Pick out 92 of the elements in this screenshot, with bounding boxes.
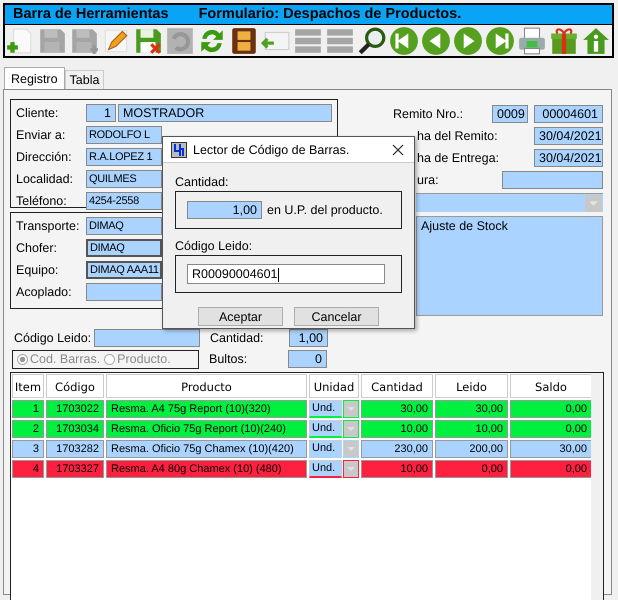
tab[interactable]: Tabla <box>64 70 104 89</box>
toolbar-title: Barra de Herramientas <box>13 5 169 24</box>
field-label: Código Leido: <box>175 238 254 255</box>
input-field[interactable]: RODOLFO L <box>86 126 162 144</box>
unit-field[interactable]: Und. <box>309 420 342 438</box>
table-cell: Resma. A4 75g Report (10)(320) <box>106 400 307 418</box>
app-icon <box>171 142 187 158</box>
unit-field[interactable]: Und. <box>309 440 342 458</box>
input-field[interactable]: DIMAQ <box>86 239 162 257</box>
dropdown[interactable] <box>416 193 603 212</box>
column-header[interactable]: Saldo <box>510 374 592 398</box>
scrollbar[interactable] <box>591 373 603 600</box>
dialog-button[interactable]: Aceptar <box>198 307 283 326</box>
unit-field[interactable]: Und. <box>309 400 342 418</box>
field-label: Localidad: <box>16 172 74 186</box>
field-label: ha del Remito: <box>417 129 498 143</box>
unit-field[interactable]: Und. <box>309 460 342 478</box>
input-field[interactable]: R.A.LOPEZ 1 <box>86 148 162 166</box>
field-label: Cantidad: <box>210 331 265 345</box>
input-field[interactable]: MOSTRADOR <box>118 104 332 122</box>
column-header[interactable]: Producto <box>106 374 307 398</box>
dialog-button[interactable]: Cancelar <box>294 307 379 326</box>
input-field[interactable]: R00090004601 <box>187 264 385 284</box>
table-cell: 1703327 <box>46 460 104 478</box>
table-cell: 30,00 <box>361 400 433 418</box>
column-header[interactable]: Unidad <box>309 374 359 398</box>
column-header[interactable]: Cantidad <box>361 374 433 398</box>
column-header[interactable]: Código <box>46 374 104 398</box>
field-label: Remito Nro.: <box>393 107 464 121</box>
input-field[interactable]: QUILMES <box>86 170 162 188</box>
table-cell: 10,00 <box>361 420 433 438</box>
input-field[interactable]: 1 <box>86 104 116 122</box>
input-field[interactable]: 1,00 <box>187 201 262 219</box>
printer-icon[interactable] <box>517 26 547 56</box>
column-header[interactable]: Item <box>12 374 44 398</box>
table-cell: 1703282 <box>46 440 104 458</box>
table-cell: 1703034 <box>46 420 104 438</box>
table-cell: 0,00 <box>510 400 592 418</box>
field-label: ura: <box>417 173 439 187</box>
input-field[interactable]: DIMAQ <box>86 217 162 235</box>
home-icon[interactable] <box>581 26 611 56</box>
field-label: Bultos: <box>209 352 248 366</box>
search-icon[interactable] <box>357 26 387 56</box>
table-cell: Resma. Oficio 75g Chamex (10)(420) <box>106 440 307 458</box>
field-label: Transporte: <box>16 219 80 233</box>
table-cell: 10,00 <box>361 460 433 478</box>
table-cell: 230,00 <box>361 440 433 458</box>
table-cell: Resma. A4 80g Chamex (10) (480) <box>106 460 307 478</box>
field-label: Teléfono: <box>16 194 68 208</box>
last-icon[interactable] <box>485 26 515 56</box>
field-label: Equipo: <box>16 263 60 277</box>
close-icon[interactable] <box>392 144 404 156</box>
field-label: Código Leido: <box>14 331 92 345</box>
table-cell: 0,00 <box>510 420 592 438</box>
field-label: Cantidad: <box>175 174 230 191</box>
field-label: Chofer: <box>16 241 58 255</box>
table-cell: 4 <box>12 460 44 478</box>
input-field[interactable]: 00004601 <box>534 105 603 123</box>
field-label: ha de Entrega: <box>417 151 500 165</box>
gift-icon[interactable] <box>549 26 579 56</box>
tab[interactable]: Registro <box>4 67 65 89</box>
input-field[interactable] <box>502 171 603 189</box>
film-icon[interactable] <box>229 26 259 56</box>
table-cell: 200,00 <box>435 440 508 458</box>
input-field[interactable]: DIMAQ AAA11 <box>86 261 162 279</box>
notes-field[interactable]: Ajuste de Stock <box>416 216 603 316</box>
table-cell: 0,00 <box>435 460 508 478</box>
next-icon[interactable] <box>453 26 483 56</box>
input-field[interactable] <box>94 329 200 347</box>
dialog-title: Lector de Código de Barras. <box>193 142 350 156</box>
input-field[interactable]: 4254-2558 <box>86 192 162 210</box>
input-field[interactable] <box>86 283 162 301</box>
table-cell: 3 <box>12 440 44 458</box>
unit-label: en U.P. del producto. <box>267 203 383 217</box>
table-cell: 1703022 <box>46 400 104 418</box>
table-cell: 1 <box>12 400 44 418</box>
input-field[interactable]: 30/04/2021 <box>534 127 603 145</box>
field-label: Acoplado: <box>16 285 73 299</box>
table-cell: 10,00 <box>435 420 508 438</box>
table-cell: 30,00 <box>510 440 592 458</box>
column-header[interactable]: Leido <box>435 374 508 398</box>
table-cell: 0,00 <box>510 460 592 478</box>
table-cell: Resma. Oficio 75g Report (10)(240) <box>106 420 307 438</box>
previous-icon[interactable] <box>421 26 451 56</box>
field-label: Cliente: <box>16 106 60 120</box>
field-label: Enviar a: <box>16 128 66 142</box>
field-label: Dirección: <box>16 150 73 164</box>
table-cell: 2 <box>12 420 44 438</box>
input-field[interactable]: 0009 <box>492 105 528 123</box>
form-title: Formulario: Despachos de Productos. <box>198 5 462 24</box>
table-cell: 30,00 <box>435 400 508 418</box>
input-field[interactable]: 30/04/2021 <box>534 149 603 167</box>
